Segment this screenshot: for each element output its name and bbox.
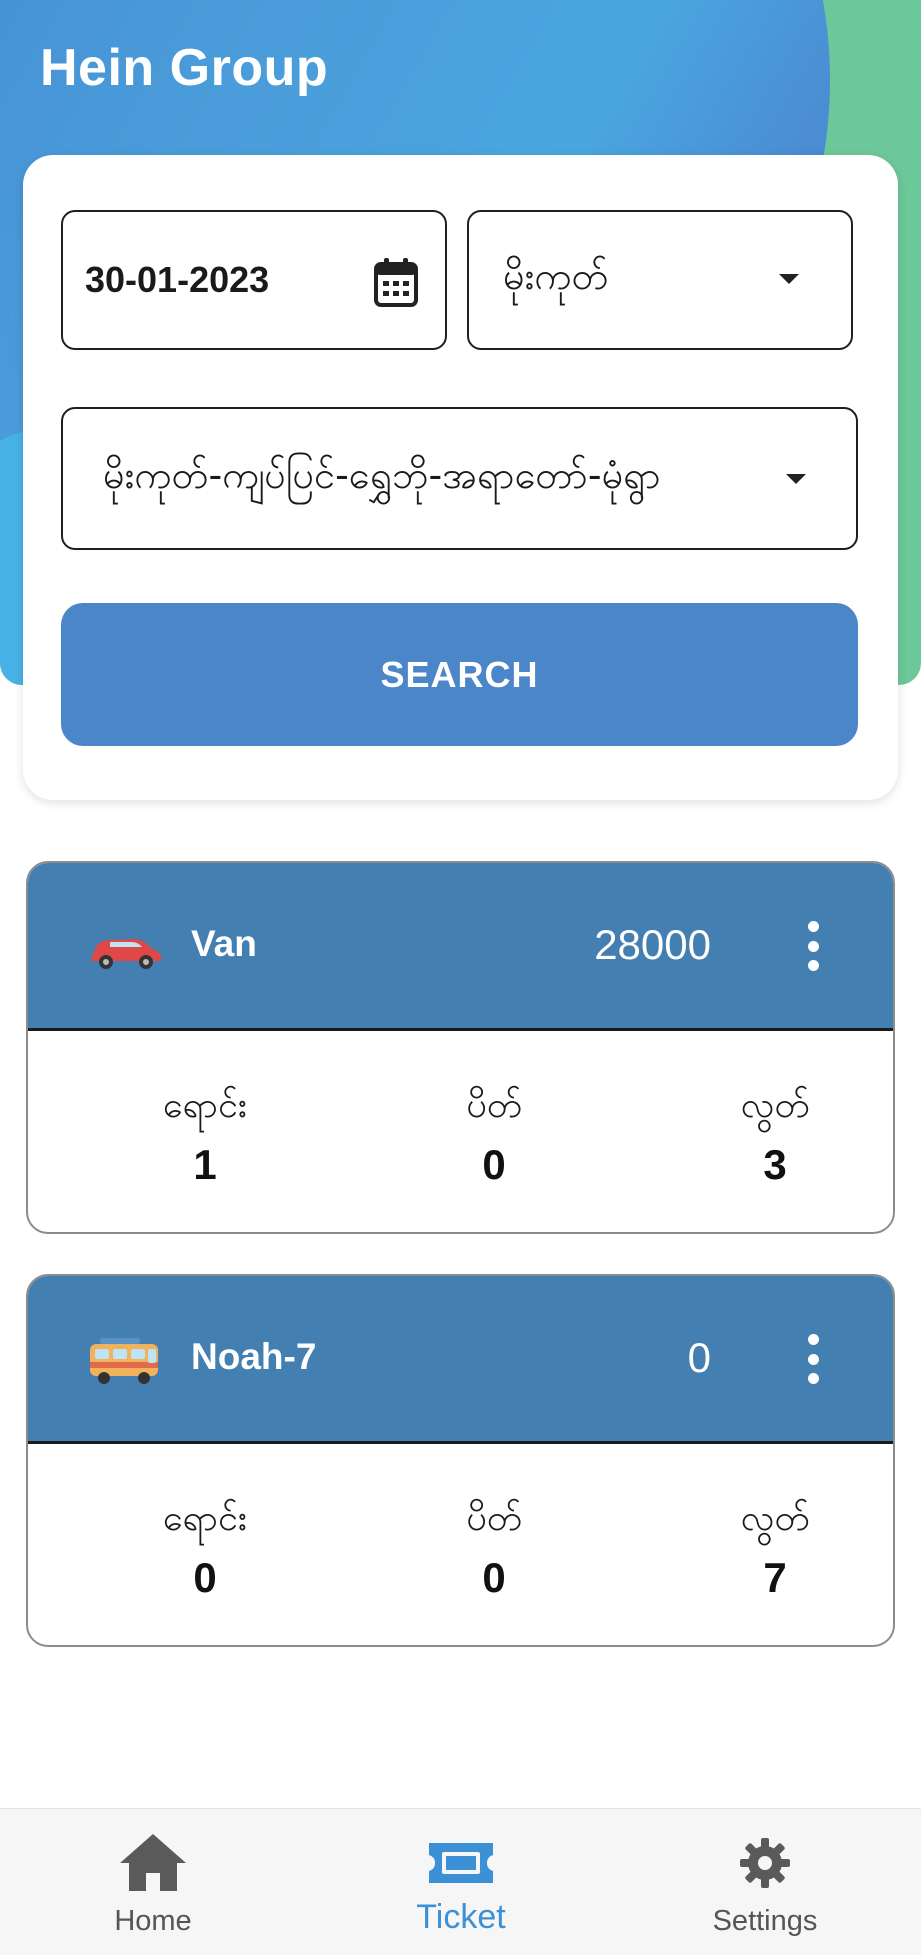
chevron-down-icon	[786, 474, 806, 484]
car-icon	[90, 939, 161, 969]
ticket-icon	[429, 1843, 493, 1883]
nav-settings-label: Settings	[712, 1905, 818, 1937]
vehicle-card[interactable]: Noah-7 0 ရောင်း 0 ပိတ် 0 လွတ် 7	[26, 1274, 895, 1647]
date-picker-field[interactable]: 30-01-2023	[61, 210, 447, 350]
vehicle-card-header: Van 28000	[28, 863, 893, 1031]
stat-value: 1	[193, 1141, 217, 1188]
stat-blocked: ပိတ် 0	[394, 1081, 594, 1189]
stat-label: ပိတ်	[466, 1085, 522, 1126]
stat-label: လွတ်	[740, 1498, 810, 1539]
search-filter-card: 30-01-2023 မိုးကုတ် မိုးကုတ်-ကျပ်ပြင်-ရွ…	[23, 155, 898, 800]
vehicle-card[interactable]: Van 28000 ရောင်း 1 ပိတ် 0 လွတ် 3	[26, 861, 895, 1234]
nav-ticket-label: Ticket	[416, 1898, 506, 1936]
search-button[interactable]: SEARCH	[61, 603, 858, 746]
stat-label: ရောင်း	[162, 1085, 248, 1126]
route-value: မိုးကုတ်-ကျပ်ပြင်-ရွှေဘို-အရာတော်-မုံရွာ	[103, 452, 661, 497]
vehicle-card-header: Noah-7 0	[28, 1276, 893, 1444]
vehicle-name: Van	[191, 923, 257, 964]
vehicle-price: 0	[687, 1334, 711, 1381]
nav-settings[interactable]: Settings	[615, 1809, 915, 1955]
more-options-icon[interactable]	[803, 1334, 823, 1384]
stat-label: လွတ်	[740, 1085, 810, 1126]
more-options-icon[interactable]	[803, 921, 823, 971]
stat-sold: ရောင်း 1	[105, 1081, 305, 1189]
stat-label: ပိတ်	[466, 1498, 522, 1539]
stat-value: 7	[763, 1554, 787, 1601]
vehicle-price: 28000	[594, 921, 711, 968]
chevron-down-icon	[779, 274, 799, 284]
stat-available: လွတ် 3	[675, 1081, 875, 1189]
origin-value: မိုးကုတ်	[503, 254, 609, 298]
nav-home-label: Home	[114, 1905, 192, 1937]
home-icon	[120, 1834, 186, 1891]
stat-sold: ရောင်း 0	[105, 1494, 305, 1602]
origin-select[interactable]: မိုးကုတ်	[467, 210, 853, 350]
route-select[interactable]: မိုးကုတ်-ကျပ်ပြင်-ရွှေဘို-အရာတော်-မုံရွာ	[61, 407, 858, 550]
minibus-icon	[90, 1338, 158, 1384]
stat-value: 0	[193, 1554, 217, 1601]
bottom-navigation: Home Ticket Settings	[0, 1808, 921, 1955]
app-title: Hein Group	[40, 39, 329, 97]
calendar-icon[interactable]	[373, 256, 419, 308]
stat-available: လွတ် 7	[675, 1494, 875, 1602]
vehicle-name: Noah-7	[191, 1336, 317, 1377]
gear-icon	[740, 1838, 790, 1888]
stat-value: 0	[482, 1141, 506, 1188]
stat-value: 0	[482, 1554, 506, 1601]
nav-home[interactable]: Home	[3, 1809, 303, 1955]
stat-blocked: ပိတ် 0	[394, 1494, 594, 1602]
nav-ticket[interactable]: Ticket	[311, 1809, 611, 1955]
stat-label: ရောင်း	[162, 1498, 248, 1539]
stat-value: 3	[763, 1141, 787, 1188]
date-value: 30-01-2023	[85, 259, 270, 300]
